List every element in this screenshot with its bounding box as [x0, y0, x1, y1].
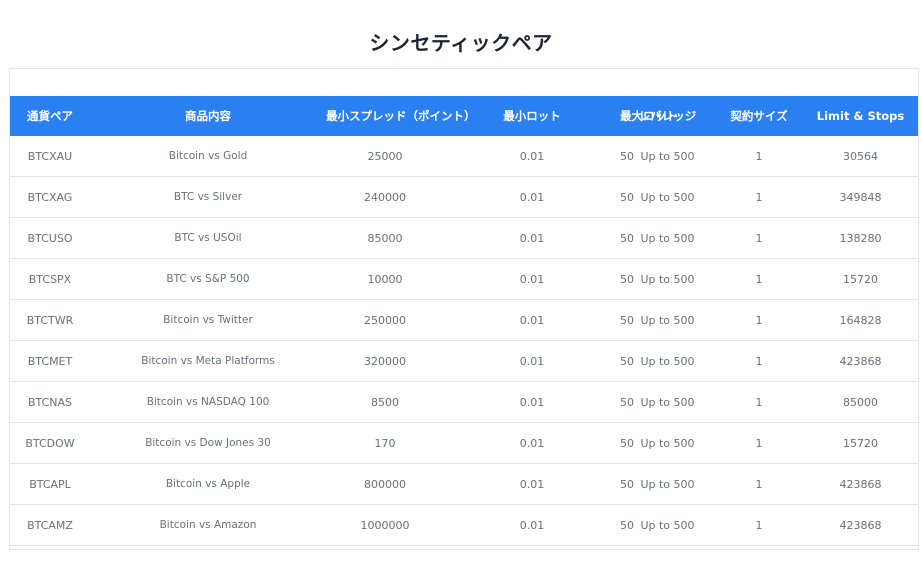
cell-currency-pair: BTCNAS	[10, 381, 90, 423]
cell-contract-size: 1	[715, 299, 803, 341]
cell-min-spread: 320000	[326, 340, 444, 382]
cell-product-description: BTC vs USOil	[90, 217, 326, 259]
cell-min-spread: 250000	[326, 299, 444, 341]
cell-min-spread: 85000	[326, 217, 444, 259]
table-row: BTCXAU Bitcoin vs Gold 25000 0.01 50 Up to 50…	[10, 136, 918, 177]
table-row: BTCDOW Bitcoin vs Dow Jones 30 170 0.01 50 Up…	[10, 422, 918, 464]
cell-product-description: Bitcoin vs Meta Platforms	[90, 340, 326, 382]
cell-limit-stops: 30564	[803, 136, 918, 177]
header-currency-pair: 通貨ペア	[10, 96, 90, 136]
cell-min-lot: 0.01	[444, 136, 620, 177]
cell-limit-stops: 423868	[803, 504, 918, 546]
cell-currency-pair: BTCXAG	[10, 176, 90, 218]
cell-limit-stops: 423868	[803, 463, 918, 505]
cell-min-spread: 240000	[326, 176, 444, 218]
synthetic-pairs-table: 通貨ペア商品内容最小スプレッド（ポイント）最小ロット最大ロットレバレッジ契約サイ…	[10, 96, 918, 546]
table-row: BTCUSO BTC vs USOil 85000 0.01 50 Up to 500 1 1…	[10, 217, 918, 259]
cell-leverage: Up to 500	[620, 504, 715, 546]
cell-contract-size: 1	[715, 136, 803, 177]
cell-limit-stops: 349848	[803, 176, 918, 218]
table-row: BTCAMZ Bitcoin vs Amazon 1000000 0.01 50 Up t…	[10, 504, 918, 546]
cell-currency-pair: BTCAMZ	[10, 504, 90, 546]
cell-leverage: Up to 500	[620, 258, 715, 300]
cell-currency-pair: BTCMET	[10, 340, 90, 382]
cell-min-spread: 8500	[326, 381, 444, 423]
cell-product-description: Bitcoin vs Gold	[90, 136, 326, 177]
cell-limit-stops: 423868	[803, 340, 918, 382]
cell-leverage: Up to 500	[620, 463, 715, 505]
table-row: BTCNAS Bitcoin vs NASDAQ 100 8500 0.01 50 Up …	[10, 381, 918, 423]
cell-leverage: Up to 500	[620, 340, 715, 382]
cell-product-description: Bitcoin vs Apple	[90, 463, 326, 505]
cell-contract-size: 1	[715, 258, 803, 300]
cell-limit-stops: 15720	[803, 422, 918, 464]
cell-min-lot: 0.01	[444, 217, 620, 259]
cell-leverage: Up to 500	[620, 176, 715, 218]
cell-product-description: Bitcoin vs Twitter	[90, 299, 326, 341]
cell-product-description: BTC vs Silver	[90, 176, 326, 218]
header-contract-size: 契約サイズ	[715, 96, 803, 136]
cell-contract-size: 1	[715, 422, 803, 464]
table-row: BTCTWR Bitcoin vs Twitter 250000 0.01 50 Up t…	[10, 299, 918, 341]
cell-contract-size: 1	[715, 176, 803, 218]
cell-limit-stops: 15720	[803, 258, 918, 300]
cell-contract-size: 1	[715, 217, 803, 259]
cell-min-lot: 0.01	[444, 258, 620, 300]
cell-min-spread: 10000	[326, 258, 444, 300]
cell-currency-pair: BTCUSO	[10, 217, 90, 259]
cell-min-lot: 0.01	[444, 504, 620, 546]
cell-currency-pair: BTCSPX	[10, 258, 90, 300]
table-header-row: 通貨ペア商品内容最小スプレッド（ポイント）最小ロット最大ロットレバレッジ契約サイ…	[10, 96, 918, 136]
table-row: BTCMET Bitcoin vs Meta Platforms 320000 0.0…	[10, 340, 918, 382]
cell-product-description: Bitcoin vs NASDAQ 100	[90, 381, 326, 423]
cell-min-spread: 800000	[326, 463, 444, 505]
cell-leverage: Up to 500	[620, 136, 715, 177]
cell-leverage: Up to 500	[620, 381, 715, 423]
cell-contract-size: 1	[715, 504, 803, 546]
cell-limit-stops: 85000	[803, 381, 918, 423]
cell-limit-stops: 164828	[803, 299, 918, 341]
synthetic-pairs-table-card: 通貨ペア商品内容最小スプレッド（ポイント）最小ロット最大ロットレバレッジ契約サイ…	[9, 68, 919, 550]
cell-product-description: BTC vs S&P 500	[90, 258, 326, 300]
cell-product-description: Bitcoin vs Dow Jones 30	[90, 422, 326, 464]
cell-min-lot: 0.01	[444, 340, 620, 382]
cell-min-lot: 0.01	[444, 176, 620, 218]
table-body: BTCXAU Bitcoin vs Gold 25000 0.01 50 Up to 50…	[10, 136, 918, 546]
cell-leverage: Up to 500	[620, 299, 715, 341]
cell-contract-size: 1	[715, 463, 803, 505]
table-row: BTCSPX BTC vs S&P 500 10000 0.01 50 Up to 500…	[10, 258, 918, 300]
cell-leverage: Up to 500	[620, 422, 715, 464]
table-row: BTCAPL Bitcoin vs Apple 800000 0.01 50 Up to …	[10, 463, 918, 505]
cell-min-spread: 25000	[326, 136, 444, 177]
cell-min-lot: 0.01	[444, 463, 620, 505]
cell-currency-pair: BTCTWR	[10, 299, 90, 341]
table-row: BTCXAG BTC vs Silver 240000 0.01 50 Up to 500…	[10, 176, 918, 218]
cell-limit-stops: 138280	[803, 217, 918, 259]
cell-min-lot: 0.01	[444, 381, 620, 423]
cell-currency-pair: BTCAPL	[10, 463, 90, 505]
cell-contract-size: 1	[715, 340, 803, 382]
cell-contract-size: 1	[715, 381, 803, 423]
cell-product-description: Bitcoin vs Amazon	[90, 504, 326, 546]
cell-min-spread: 170	[326, 422, 444, 464]
header-product-description: 商品内容	[90, 96, 326, 136]
header-limit-stops: Limit & Stops	[803, 96, 918, 136]
cell-currency-pair: BTCXAU	[10, 136, 90, 177]
header-min-spread: 最小スプレッド（ポイント）	[326, 96, 476, 136]
cell-min-spread: 1000000	[326, 504, 444, 546]
cell-min-lot: 0.01	[444, 422, 620, 464]
cell-currency-pair: BTCDOW	[10, 422, 90, 464]
cell-leverage: Up to 500	[620, 217, 715, 259]
page-title: シンセティックペア	[369, 31, 553, 56]
cell-min-lot: 0.01	[444, 299, 620, 341]
